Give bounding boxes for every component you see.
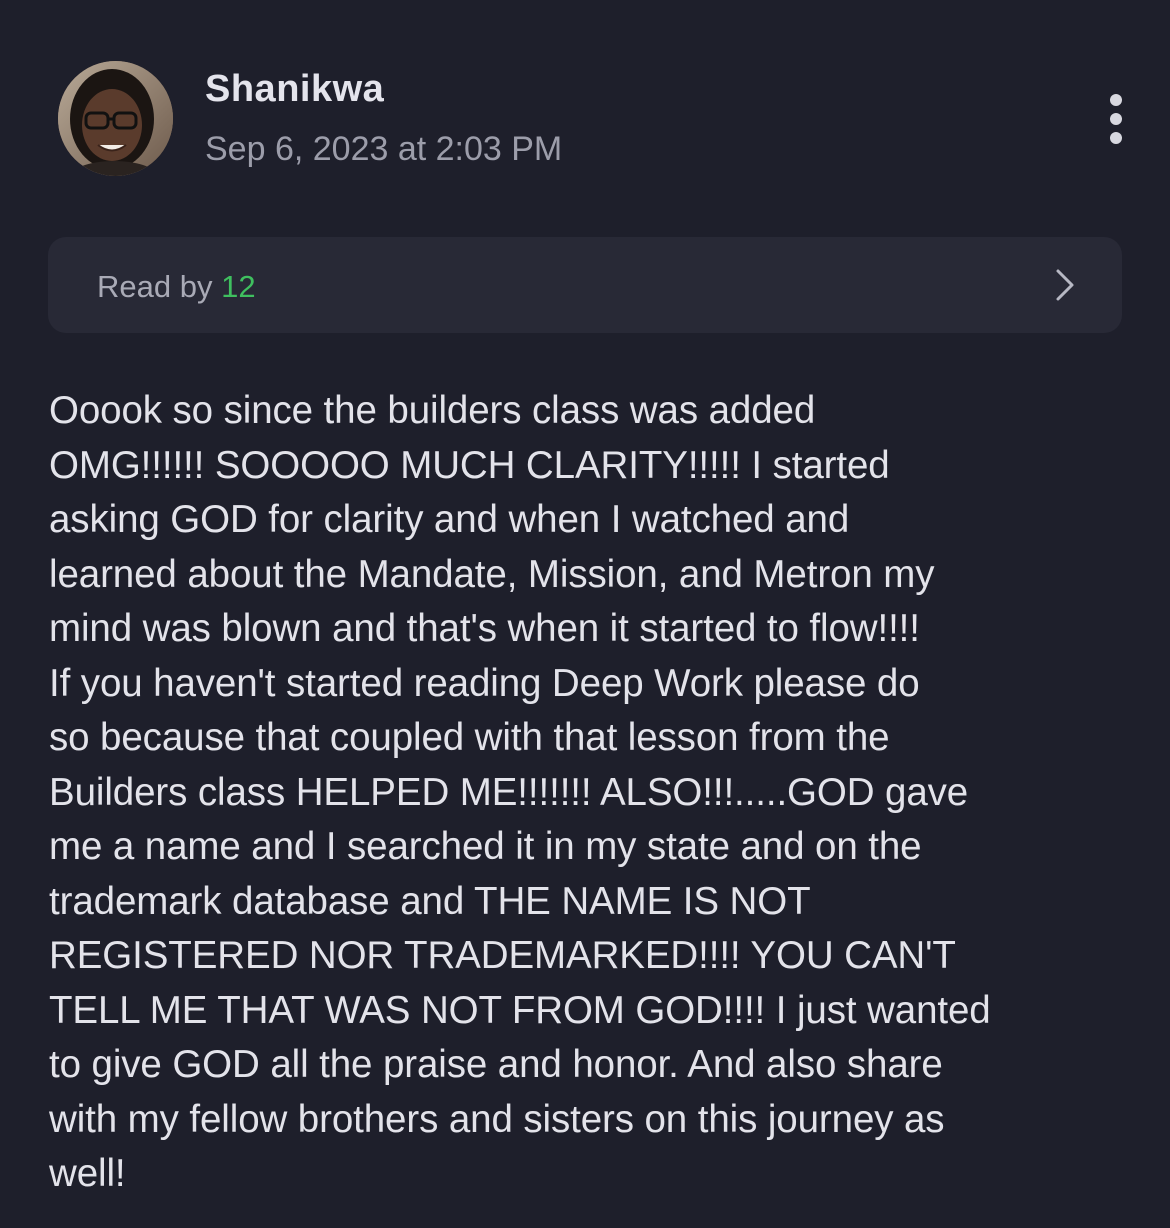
post-body-line: me a name and I searched it in my state … bbox=[49, 825, 922, 868]
post-body-line: mind was blown and that's when it starte… bbox=[49, 607, 920, 650]
vertical-ellipsis-icon bbox=[1110, 94, 1122, 106]
vertical-ellipsis-icon bbox=[1110, 113, 1122, 125]
post-body-line: well! bbox=[49, 1152, 126, 1195]
post-body-line: If you haven't started reading Deep Work… bbox=[49, 661, 920, 705]
post-body-line: trademark database and THE NAME IS NOT bbox=[49, 879, 811, 923]
user-avatar-photo-icon bbox=[58, 61, 173, 176]
read-by-count: 12 bbox=[221, 269, 256, 304]
post-body-line: Builders class HELPED ME!!!!!!! ALSO!!!.… bbox=[49, 770, 969, 814]
post-timestamp: Sep 6, 2023 at 2:03 PM bbox=[205, 130, 563, 168]
post-body-line: Ooook so since the builders class was ad… bbox=[49, 389, 816, 432]
more-options-button[interactable] bbox=[1096, 92, 1136, 146]
post-body-line: OMG!!!!!! SOOOOO MUCH CLARITY!!!!! I sta… bbox=[49, 443, 890, 487]
author-name[interactable]: Shanikwa bbox=[205, 68, 384, 111]
post-body-line: TELL ME THAT WAS NOT FROM GOD!!!! I just… bbox=[49, 988, 991, 1032]
post-body-line: REGISTERED NOR TRADEMARKED!!!! YOU CAN'T bbox=[49, 934, 956, 977]
post-body-line: with my fellow brothers and sisters on t… bbox=[49, 1097, 945, 1141]
chevron-right-icon bbox=[1056, 269, 1074, 301]
post-detail: Shanikwa Sep 6, 2023 at 2:03 PM Read by … bbox=[0, 0, 1170, 1228]
read-by-label: Read by bbox=[97, 269, 213, 304]
author-avatar[interactable] bbox=[58, 61, 173, 176]
post-body-line: asking GOD for clarity and when I watche… bbox=[49, 498, 850, 541]
vertical-ellipsis-icon bbox=[1110, 132, 1122, 144]
post-body: Ooook so since the builders class was ad… bbox=[49, 384, 1134, 1202]
post-body-line: to give GOD all the praise and honor. An… bbox=[49, 1043, 943, 1086]
read-by-row[interactable]: Read by 12 bbox=[48, 237, 1122, 333]
post-body-line: learned about the Mandate, Mission, and … bbox=[49, 552, 935, 596]
post-body-line: so because that coupled with that lesson… bbox=[49, 716, 890, 759]
read-by-text: Read by 12 bbox=[97, 269, 256, 305]
